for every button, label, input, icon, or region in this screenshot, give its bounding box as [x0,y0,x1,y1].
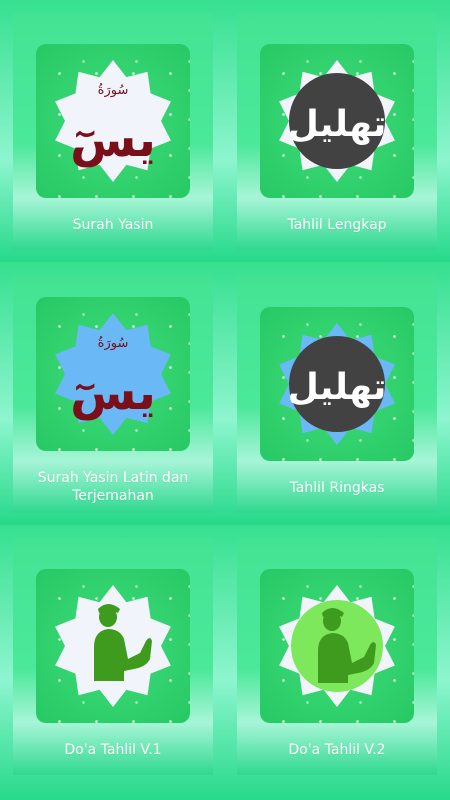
menu-card-tahlil-ringkas[interactable]: تهليل Tahlil Ringkas [237,276,437,513]
menu-label-line: Terjemahan [72,488,154,504]
surah-yasin-calligraphy-icon: سُورَةُ يسٓ [55,60,171,182]
menu-label: Tahlil Lengkap [287,217,387,233]
icon-tile: تهليل [260,44,414,198]
menu-card-surah-yasin-latin[interactable]: سُورَةُ يسٓ Surah Yasin Latin dan Terjem… [13,276,213,513]
svg-text:سُورَةُ: سُورَةُ [98,83,129,98]
icon-tile [260,569,414,723]
menu-grid: سُورَةُ يسٓ Surah Yasin تهليل Tahlil Len… [0,0,450,800]
menu-label: Surah Yasin [72,217,154,233]
tahlil-calligraphy-icon: تهليل [279,60,395,182]
icon-tile: سُورَةُ يسٓ [36,297,190,451]
icon-tile: سُورَةُ يسٓ [36,44,190,198]
svg-text:تهليل: تهليل [288,367,387,408]
svg-text:يسٓ: يسٓ [70,365,156,421]
menu-label: Do'a Tahlil V.1 [64,742,162,758]
menu-card-surah-yasin[interactable]: سُورَةُ يسٓ Surah Yasin [13,13,213,250]
svg-text:سُورَةُ: سُورَةُ [98,336,129,351]
menu-card-tahlil-lengkap[interactable]: تهليل Tahlil Lengkap [237,13,437,250]
icon-tile: تهليل [260,307,414,461]
svg-text:تهليل: تهليل [288,104,387,145]
menu-label-line: Surah Yasin Latin dan [37,470,189,486]
surah-yasin-calligraphy-icon: سُورَةُ يسٓ [55,313,171,435]
svg-text:يسٓ: يسٓ [70,112,156,168]
praying-man-icon [55,585,171,707]
menu-card-doa-tahlil-v2[interactable]: Do'a Tahlil V.2 [237,538,437,775]
menu-label: Surah Yasin Latin dan Terjemahan [13,469,213,505]
tahlil-calligraphy-icon: تهليل [279,323,395,445]
icon-tile [36,569,190,723]
praying-man-icon [279,585,395,707]
menu-label: Do'a Tahlil V.2 [288,742,386,758]
menu-label: Tahlil Ringkas [289,480,385,496]
menu-card-doa-tahlil-v1[interactable]: Do'a Tahlil V.1 [13,538,213,775]
